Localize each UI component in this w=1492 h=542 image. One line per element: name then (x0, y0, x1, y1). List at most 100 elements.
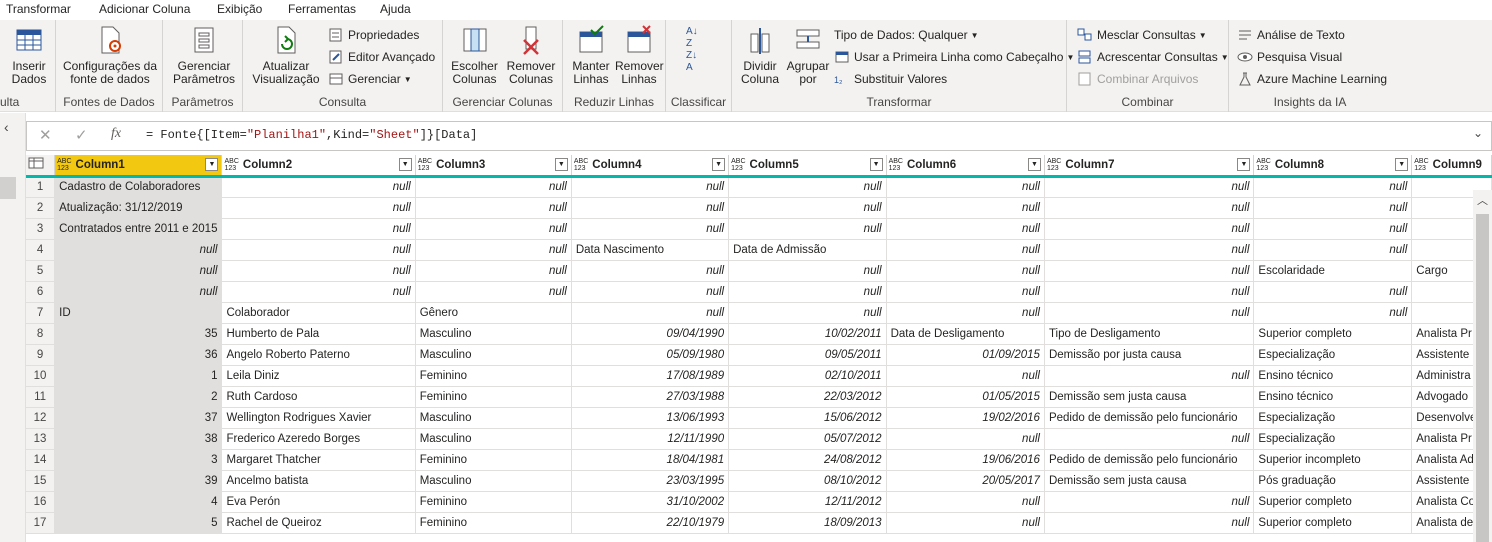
scroll-up-icon[interactable]: ︿ (1477, 192, 1488, 208)
table-cell[interactable]: Wellington Rodrigues Xavier (221, 407, 416, 429)
data-source-settings-button[interactable]: Configurações da fonte de dados (60, 24, 160, 86)
queries-pane-collapsed[interactable]: ‹ (0, 113, 26, 542)
type-any-icon[interactable]: ABC 123 (731, 158, 745, 172)
type-any-icon[interactable]: ABC 123 (574, 158, 588, 172)
table-cell[interactable]: Margaret Thatcher (221, 449, 416, 471)
group-by-button[interactable]: Agrupar por (784, 24, 832, 86)
table-cell[interactable]: Masculino (415, 407, 572, 429)
table-cell[interactable]: null (54, 281, 223, 303)
table-cell[interactable]: 22/03/2012 (728, 386, 887, 408)
table-cell[interactable]: 5 (54, 512, 223, 534)
table-cell[interactable]: null (1044, 197, 1255, 219)
remove-rows-button[interactable]: Remover Linhas (615, 24, 664, 86)
table-cell[interactable]: 12/11/2012 (728, 491, 887, 513)
table-cell[interactable]: 2 (54, 386, 223, 408)
tab-exibicao[interactable]: Exibição (217, 2, 262, 16)
table-cell[interactable]: 3 (54, 449, 223, 471)
table-cell[interactable]: Humberto de Pala (221, 323, 416, 345)
table-cell[interactable]: Especialização (1253, 407, 1413, 429)
table-cell[interactable]: Leila Diniz (221, 365, 416, 387)
table-cell[interactable]: null (886, 302, 1045, 324)
table-cell[interactable]: null (415, 218, 572, 240)
table-cell[interactable]: 13/06/1993 (571, 407, 730, 429)
column-header[interactable]: ABC 123 Column9 (1411, 155, 1492, 178)
sort-ascending-button[interactable]: A↓ Z (686, 26, 712, 50)
choose-columns-button[interactable]: Escolher Colunas (447, 24, 502, 86)
filter-dropdown-icon[interactable]: ▼ (205, 158, 219, 171)
table-cell[interactable]: Superior completo (1253, 512, 1413, 534)
combine-files-button[interactable]: Combinar Arquivos (1077, 70, 1198, 88)
table-cell[interactable]: Ensino técnico (1253, 365, 1413, 387)
table-cell[interactable]: null (571, 281, 730, 303)
table-cell[interactable]: null (415, 176, 572, 198)
table-cell[interactable]: Atualização: 31/12/2019 (54, 197, 223, 219)
properties-button[interactable]: Propriedades (328, 26, 419, 44)
column-header[interactable]: ABC 123 Column7 ▼ (1044, 155, 1255, 178)
filter-dropdown-icon[interactable]: ▼ (1395, 158, 1409, 171)
use-first-row-headers-button[interactable]: Usar a Primeira Linha como Cabeçalho ▼ (834, 48, 1074, 66)
column-header[interactable]: ABC 123 Column5 ▼ (728, 155, 887, 178)
table-cell[interactable]: null (1044, 176, 1255, 198)
table-cell[interactable]: Feminino (415, 512, 572, 534)
type-any-icon[interactable]: ABC 123 (1256, 158, 1270, 172)
table-cell[interactable]: 08/10/2012 (728, 470, 887, 492)
table-cell[interactable]: null (571, 218, 730, 240)
split-column-button[interactable]: Dividir Coluna (736, 24, 784, 86)
table-cell[interactable]: null (54, 260, 223, 282)
table-cell[interactable]: Masculino (415, 428, 572, 450)
table-cell[interactable]: null (221, 260, 416, 282)
table-cell[interactable]: null (1044, 260, 1255, 282)
table-cell[interactable]: Colaborador (221, 302, 416, 324)
table-cell[interactable]: 19/06/2016 (886, 449, 1045, 471)
table-cell[interactable]: 15/06/2012 (728, 407, 887, 429)
filter-dropdown-icon[interactable]: ▼ (712, 158, 726, 171)
filter-dropdown-icon[interactable]: ▼ (398, 158, 412, 171)
table-cell[interactable]: Data Nascimento (571, 239, 730, 261)
table-cell[interactable]: Data de Admissão (728, 239, 887, 261)
table-cell[interactable]: null (886, 512, 1045, 534)
table-cell[interactable]: 36 (54, 344, 223, 366)
type-any-icon[interactable]: ABC 123 (1414, 158, 1428, 172)
table-cell[interactable]: Masculino (415, 323, 572, 345)
scrollbar-thumb[interactable] (1476, 214, 1489, 542)
table-cell[interactable]: Demissão por justa causa (1044, 344, 1255, 366)
table-cell[interactable]: Feminino (415, 449, 572, 471)
table-cell[interactable]: null (221, 281, 416, 303)
filter-dropdown-icon[interactable]: ▼ (869, 158, 883, 171)
table-cell[interactable]: null (571, 260, 730, 282)
table-cell[interactable]: Especialização (1253, 428, 1413, 450)
table-cell[interactable]: null (415, 197, 572, 219)
table-cell[interactable]: 05/07/2012 (728, 428, 887, 450)
table-cell[interactable]: Escolaridade (1253, 260, 1413, 282)
table-cell[interactable]: null (221, 197, 416, 219)
table-cell[interactable]: Ruth Cardoso (221, 386, 416, 408)
table-cell[interactable]: null (728, 260, 887, 282)
azure-ml-button[interactable]: Azure Machine Learning (1237, 70, 1387, 88)
table-cell[interactable]: null (1044, 218, 1255, 240)
table-cell[interactable]: null (728, 218, 887, 240)
table-cell[interactable]: 02/10/2011 (728, 365, 887, 387)
table-cell[interactable]: Rachel de Queiroz (221, 512, 416, 534)
table-cell[interactable]: null (571, 302, 730, 324)
table-cell[interactable]: Frederico Azeredo Borges (221, 428, 416, 450)
type-any-icon[interactable]: ABC 123 (224, 158, 238, 172)
table-cell[interactable]: null (1044, 491, 1255, 513)
merge-queries-button[interactable]: Mesclar Consultas ▼ (1077, 26, 1207, 44)
table-cell[interactable]: 37 (54, 407, 223, 429)
table-cell[interactable]: null (886, 176, 1045, 198)
tab-ajuda[interactable]: Ajuda (380, 2, 411, 16)
table-cell[interactable]: null (886, 197, 1045, 219)
column-header[interactable]: ABC 123 Column1 ▼ (54, 155, 223, 178)
table-cell[interactable]: null (728, 302, 887, 324)
table-cell[interactable]: Feminino (415, 491, 572, 513)
filter-dropdown-icon[interactable]: ▼ (554, 158, 568, 171)
insert-data-button[interactable]: Inserir Dados (6, 24, 52, 86)
queries-pane-handle[interactable] (0, 177, 16, 199)
table-cell[interactable]: 1 (54, 365, 223, 387)
table-cell[interactable]: null (1044, 365, 1255, 387)
table-cell[interactable]: 31/10/2002 (571, 491, 730, 513)
table-cell[interactable]: 38 (54, 428, 223, 450)
table-cell[interactable]: null (1253, 239, 1413, 261)
remove-columns-button[interactable]: Remover Colunas (503, 24, 559, 86)
table-cell[interactable]: Masculino (415, 470, 572, 492)
